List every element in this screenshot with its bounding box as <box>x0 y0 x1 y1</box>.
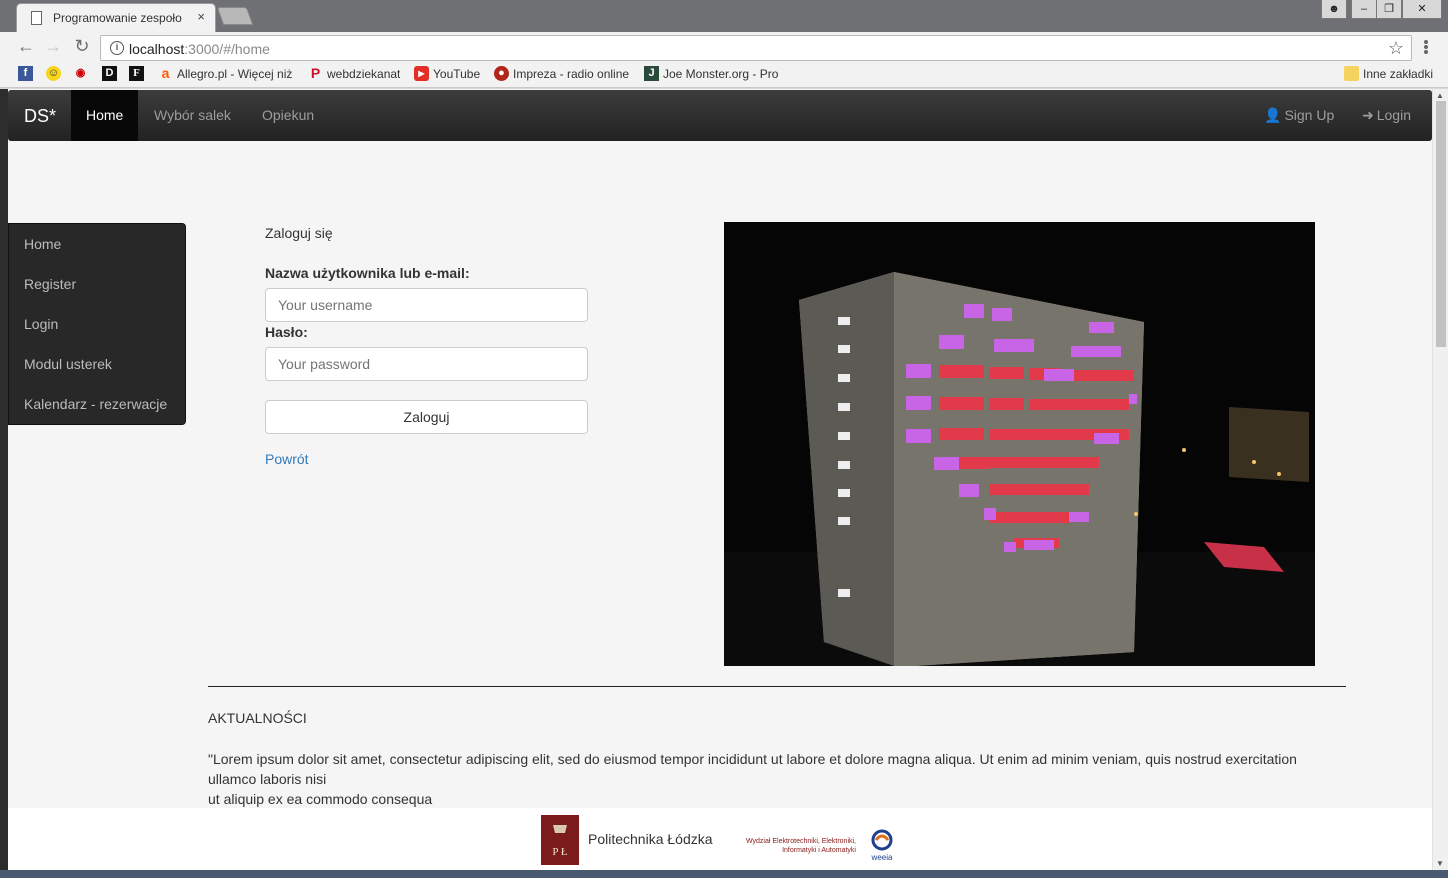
f-icon: F <box>129 66 144 82</box>
bookmark-allegro[interactable]: a Allegro.pl - Więcej niż <box>158 66 296 83</box>
reload-icon[interactable]: ↻ <box>72 36 92 57</box>
page-scrollbar[interactable]: ▲ ▼ <box>1432 89 1448 870</box>
username-input[interactable] <box>265 288 588 322</box>
bookmark-webdziekanat[interactable]: Pwebdziekanat <box>308 66 401 83</box>
bookmarks-bar: f ☺ ◉ D F a Allegro.pl - Więcej niż Pwebd… <box>0 62 1448 88</box>
bookmark-smiley[interactable]: ☺ <box>46 66 65 83</box>
password-label: Hasło: <box>265 324 308 340</box>
document-icon <box>31 11 42 25</box>
nav-login[interactable]: ➜ Login <box>1347 90 1426 141</box>
racing-icon: ◉ <box>75 67 86 80</box>
bookmark-star-icon[interactable]: ☆ <box>1388 38 1404 59</box>
news-body: "Lorem ipsum dolor sit amet, consectetur… <box>208 749 1348 809</box>
facebook-icon: f <box>18 66 33 82</box>
politechnika-lodzka-logo: P Ł <box>541 815 579 865</box>
login-heading: Zaloguj się <box>265 225 333 241</box>
side-item-modul-usterek[interactable]: Modul usterek <box>24 356 112 372</box>
dormitory-night-photo <box>724 222 1315 666</box>
user-icon: 👤 <box>1264 107 1282 123</box>
back-arrow-icon[interactable]: ← <box>16 36 36 57</box>
bookmark-other-folder[interactable]: Inne zakładki <box>1344 66 1433 83</box>
news-paragraph: "Lorem ipsum dolor sit amet, consectetur… <box>208 751 1297 787</box>
sign-up-label: Sign Up <box>1284 107 1335 123</box>
password-input[interactable] <box>265 347 588 381</box>
top-navbar: DS* Home Wybór salek Opiekun 👤 Sign Up ➜ L… <box>8 90 1432 141</box>
page-viewport: DS* Home Wybór salek Opiekun 👤 Sign Up ➜ L… <box>8 89 1432 870</box>
brand-logo[interactable]: DS* <box>24 106 56 127</box>
new-tab-button[interactable] <box>216 7 254 25</box>
joemonster-icon: J <box>644 66 659 82</box>
browser-menu-icon[interactable] <box>1424 40 1430 54</box>
radio-icon: ● <box>494 66 509 82</box>
nav-sign-up[interactable]: 👤 Sign Up <box>1249 90 1349 141</box>
side-item-kalendarz[interactable]: Kalendarz - rezerwacje <box>24 396 167 412</box>
nav-opiekun[interactable]: Opiekun <box>247 90 329 141</box>
university-name: Politechnika Łódzka <box>588 831 713 847</box>
bookmark-facebook[interactable]: f <box>18 66 37 83</box>
faculty-line: Wydział Elektrotechniki, Elektroniki, <box>745 838 856 845</box>
os-taskbar <box>0 870 1448 878</box>
login-label: Login <box>1376 107 1411 123</box>
weeia-logo-text: weeia <box>871 853 893 862</box>
scroll-up-arrow-icon[interactable]: ▲ <box>1436 91 1444 100</box>
tab-title: Programowanie zespoło <box>53 11 182 25</box>
bookmark-youtube[interactable]: ▶ YouTube <box>414 66 480 83</box>
smiley-icon: ☺ <box>46 66 61 82</box>
faculty-name: Wydział Elektrotechniki, Elektroniki, In… <box>728 837 856 855</box>
user-icon[interactable]: ☻ <box>1321 0 1347 19</box>
url-text[interactable]: localhost:3000/#/home <box>129 41 270 57</box>
nav-home[interactable]: Home <box>71 90 139 141</box>
side-item-home[interactable]: Home <box>24 236 61 252</box>
browser-toolbar: ← → ↻ i localhost:3000/#/home ☆ <box>0 32 1448 62</box>
desktop-edge <box>0 89 8 870</box>
scrollbar-thumb[interactable] <box>1436 101 1446 347</box>
section-divider <box>208 686 1346 687</box>
side-menu: Home Register Login Modul usterek Kalend… <box>8 223 186 425</box>
address-bar[interactable]: i localhost:3000/#/home ☆ <box>100 35 1412 61</box>
forward-arrow-icon[interactable]: → <box>43 36 63 57</box>
bookmark-impreza[interactable]: ● Impreza - radio online <box>494 66 632 83</box>
page-footer: P Ł Politechnika Łódzka Wydział Elektrot… <box>8 808 1432 870</box>
news-title: AKTUALNOŚCI <box>208 710 307 726</box>
folder-icon <box>1344 66 1359 82</box>
info-icon[interactable]: i <box>110 41 124 55</box>
side-item-login[interactable]: Login <box>24 316 58 332</box>
side-item-register[interactable]: Register <box>24 276 76 292</box>
browser-titlebar: Programowanie zespoło × ☻ – ❐ ✕ <box>0 0 1448 32</box>
username-label: Nazwa użytkownika lub e-mail: <box>265 265 470 281</box>
browser-tab[interactable]: Programowanie zespoło × <box>16 3 216 32</box>
bookmark-joemonster[interactable]: J Joe Monster.org - Pro <box>644 66 781 83</box>
bookmark-racing[interactable]: ◉ <box>73 66 92 83</box>
scroll-down-arrow-icon[interactable]: ▼ <box>1436 859 1444 868</box>
dj-icon: D <box>102 66 117 82</box>
youtube-icon: ▶ <box>414 66 429 82</box>
p-icon: P <box>310 66 321 82</box>
back-link[interactable]: Powrót <box>265 451 309 467</box>
minimize-button[interactable]: – <box>1351 0 1377 19</box>
bookmark-dj[interactable]: D <box>102 66 121 83</box>
allegro-icon: a <box>161 66 170 82</box>
login-submit-button[interactable]: Zaloguj <box>265 400 588 434</box>
news-paragraph: ut aliquip ex ea commodo consequa <box>208 791 433 807</box>
faculty-line: Informatyki i Automatyki <box>782 847 856 854</box>
pl-logo-text: P Ł <box>552 846 567 858</box>
weeia-logo: weeia <box>871 829 893 862</box>
nav-wybor-salek[interactable]: Wybór salek <box>139 90 246 141</box>
bookmark-f[interactable]: F <box>129 66 148 83</box>
tab-close-button[interactable]: × <box>197 9 205 24</box>
restore-button[interactable]: ❐ <box>1376 0 1402 19</box>
window-close-button[interactable]: ✕ <box>1402 0 1442 19</box>
log-in-icon: ➜ <box>1362 107 1374 123</box>
